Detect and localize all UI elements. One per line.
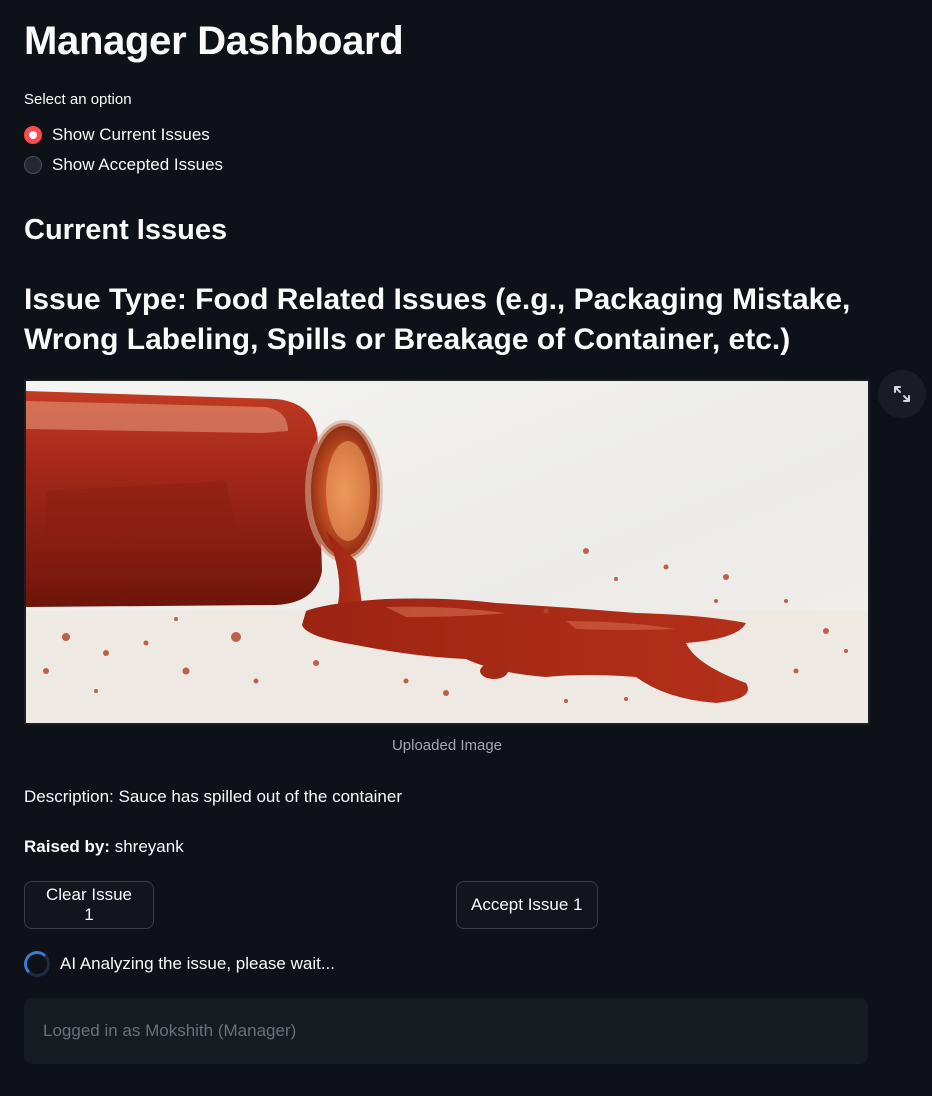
radio-show-current-issues[interactable]: Show Current Issues [24,124,210,146]
radio-show-accepted-issues[interactable]: Show Accepted Issues [24,154,223,176]
image-caption: Uploaded Image [391,737,503,754]
raised-by: Raised by: shreyank [24,836,184,858]
issue-type-heading: Issue Type: Food Related Issues (e.g., P… [24,283,851,356]
analysis-spinner-row: AI Analyzing the issue, please wait... [24,951,335,977]
loading-spinner-icon [24,951,50,977]
fullscreen-expand-icon [894,386,910,402]
page-title: Manager Dashboard [24,19,404,63]
issue-description: Description: Sauce has spilled out of th… [24,787,403,806]
login-status-box: Logged in as Mokshith (Manager) [24,998,868,1064]
radio-group-label: Select an option [24,91,132,108]
accept-issue-button[interactable]: Accept Issue 1 [456,881,598,929]
radio-label: Show Accepted Issues [52,155,224,174]
raised-by-value: shreyank [114,837,184,856]
spilled-sauce-image [26,381,868,723]
fullscreen-button[interactable] [878,370,926,418]
manager-dashboard-page: Manager Dashboard Select an option Show … [0,0,932,1096]
section-heading: Current Issues [24,214,228,246]
radio-unchecked-indicator[interactable] [24,156,42,174]
raised-by-label: Raised by: [24,837,110,856]
spinner-text: AI Analyzing the issue, please wait... [60,954,335,973]
radio-checked-indicator[interactable] [24,126,42,144]
login-status-text: Logged in as Mokshith (Manager) [43,1021,297,1040]
clear-issue-button[interactable]: Clear Issue 1 [24,881,154,929]
radio-label: Show Current Issues [52,125,210,144]
uploaded-issue-image [24,379,870,725]
